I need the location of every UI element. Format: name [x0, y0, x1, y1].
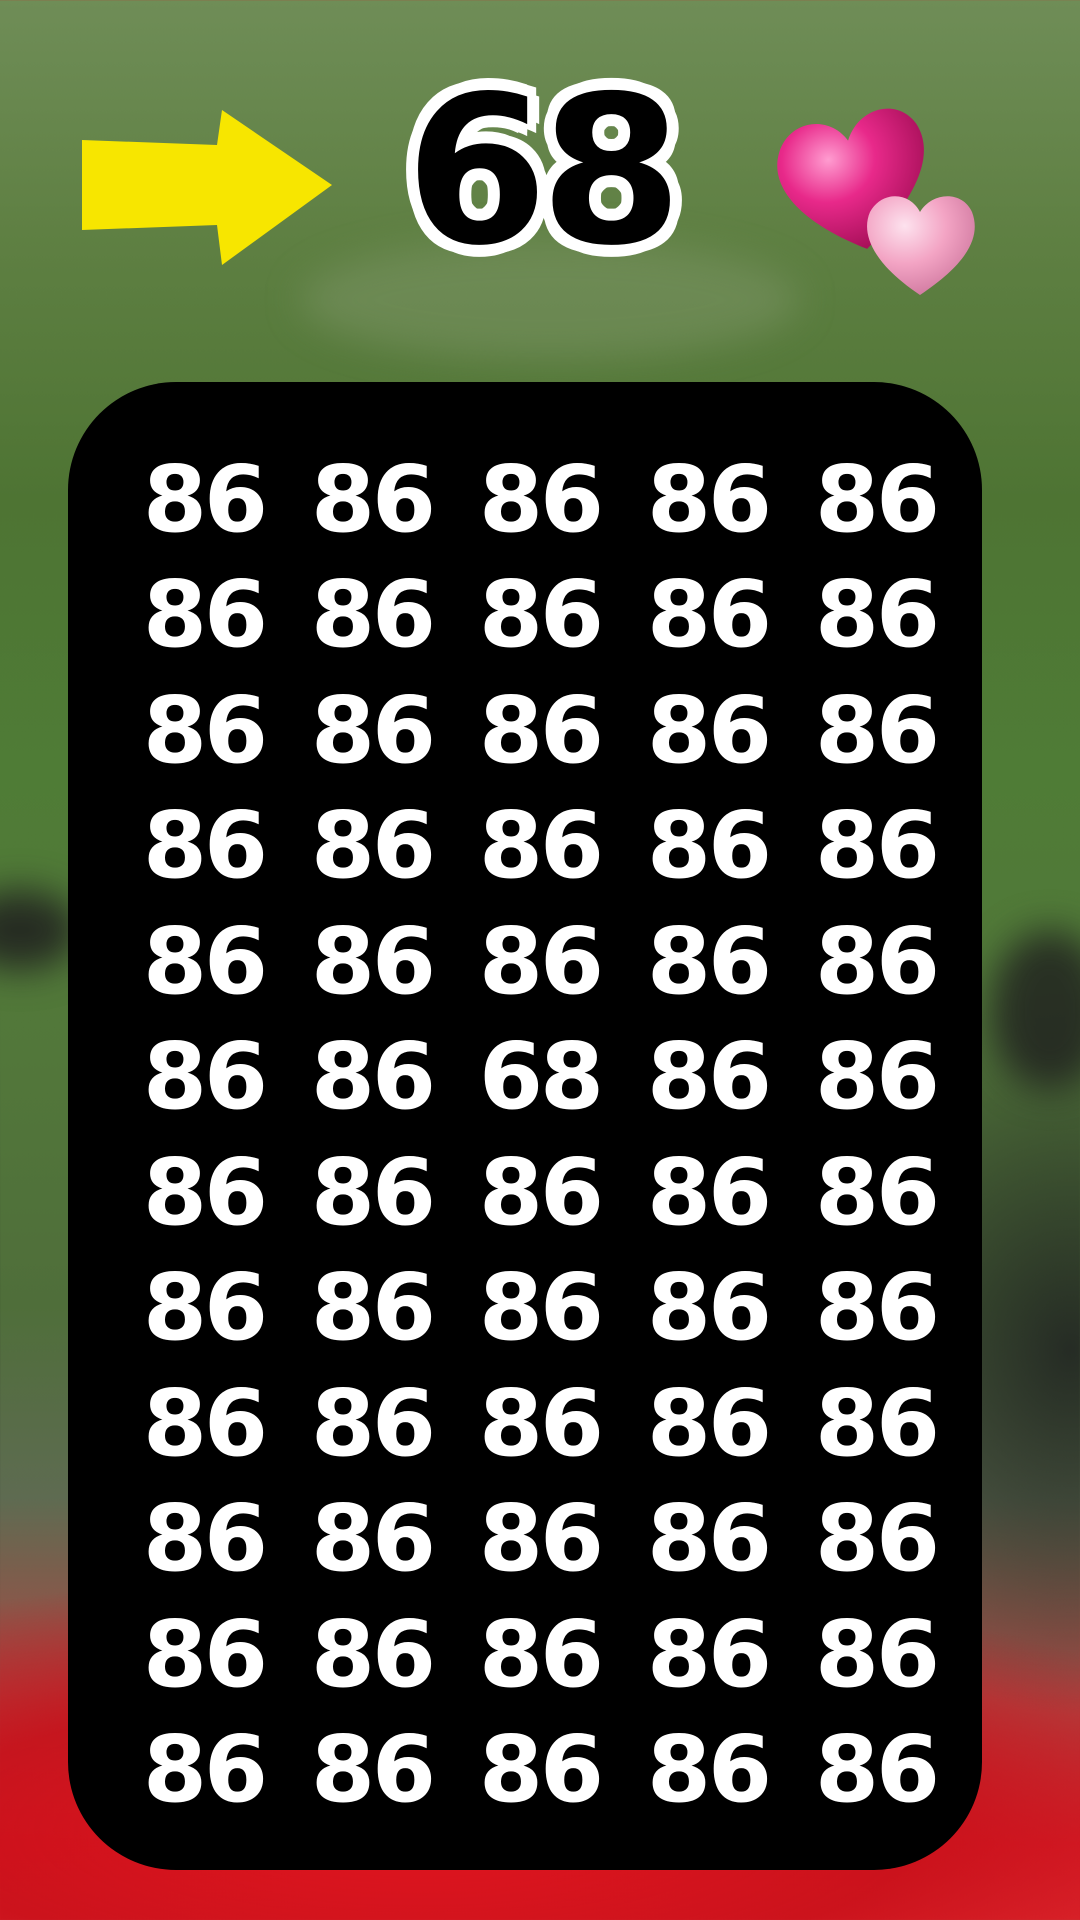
grid-cell[interactable]: 86 [792, 558, 960, 674]
grid-cell[interactable]: 86 [792, 442, 960, 558]
grid-cell[interactable]: 86 [456, 1135, 624, 1251]
grid-cell[interactable]: 86 [792, 1713, 960, 1829]
grid-cell[interactable]: 86 [288, 442, 456, 558]
grid-cell[interactable]: 86 [288, 1020, 456, 1136]
grid-cell[interactable]: 86 [456, 789, 624, 905]
target-header: 68 [0, 0, 1080, 320]
grid-cell[interactable]: 86 [288, 1135, 456, 1251]
grid-cell[interactable]: 68 [456, 1020, 624, 1136]
grid-cell[interactable]: 86 [624, 1597, 792, 1713]
grid-cell[interactable]: 86 [456, 904, 624, 1020]
grid-cell[interactable]: 86 [120, 1366, 288, 1482]
grid-cell[interactable]: 86 [120, 1135, 288, 1251]
grid-cell[interactable]: 86 [792, 789, 960, 905]
two-pink-hearts-icon [777, 108, 975, 295]
grid-cell[interactable]: 86 [456, 558, 624, 674]
grid-cell[interactable]: 86 [456, 1482, 624, 1598]
grid-cell[interactable]: 86 [792, 1251, 960, 1367]
grid-cell[interactable]: 86 [792, 1020, 960, 1136]
grid-cell[interactable]: 86 [792, 1482, 960, 1598]
grid-cell[interactable]: 86 [624, 1482, 792, 1598]
grid-cell[interactable]: 86 [456, 1597, 624, 1713]
grid-cell[interactable]: 86 [624, 789, 792, 905]
grid-cell[interactable]: 86 [120, 904, 288, 1020]
grid-cell[interactable]: 86 [624, 442, 792, 558]
grid-cell[interactable]: 86 [456, 1251, 624, 1367]
grid-cell[interactable]: 86 [288, 904, 456, 1020]
grid-cell[interactable]: 86 [792, 1135, 960, 1251]
grid-cell[interactable]: 86 [624, 1020, 792, 1136]
grid-cell[interactable]: 86 [120, 673, 288, 789]
grid-cell[interactable]: 86 [120, 442, 288, 558]
grid-cell[interactable]: 86 [792, 1366, 960, 1482]
grid-cell[interactable]: 86 [624, 1135, 792, 1251]
grid-cell[interactable]: 86 [792, 1597, 960, 1713]
grid-cell[interactable]: 86 [792, 673, 960, 789]
grid-cell[interactable]: 86 [288, 789, 456, 905]
grid-cell[interactable]: 86 [624, 904, 792, 1020]
grid-cell[interactable]: 86 [120, 1482, 288, 1598]
grid-cell[interactable]: 86 [456, 442, 624, 558]
grid-cell[interactable]: 86 [624, 1713, 792, 1829]
grid-cell[interactable]: 86 [288, 1713, 456, 1829]
grid-cell[interactable]: 86 [456, 1713, 624, 1829]
number-grid-panel: 86 86 86 86 86 86 86 86 86 86 86 86 86 86 86 86 86 86 86 86… [68, 382, 982, 1870]
background-blur-dark-right [990, 930, 1080, 1090]
grid-cell[interactable]: 86 [624, 1366, 792, 1482]
grid-cell[interactable]: 86 [792, 904, 960, 1020]
grid-cell[interactable]: 86 [624, 673, 792, 789]
grid-cell[interactable]: 86 [120, 1251, 288, 1367]
grid-cell[interactable]: 86 [120, 1713, 288, 1829]
grid-cell[interactable]: 86 [288, 1597, 456, 1713]
grid-cell[interactable]: 86 [288, 1482, 456, 1598]
grid-cell[interactable]: 86 [456, 673, 624, 789]
grid-cell[interactable]: 86 [456, 1366, 624, 1482]
target-number: 68 [405, 53, 682, 291]
grid-cell[interactable]: 86 [288, 1366, 456, 1482]
grid-cell[interactable]: 86 [288, 1251, 456, 1367]
grid-cell[interactable]: 86 [624, 558, 792, 674]
grid-cell[interactable]: 86 [288, 673, 456, 789]
grid-cell[interactable]: 86 [120, 1597, 288, 1713]
grid-cell[interactable]: 86 [624, 1251, 792, 1367]
grid-cell[interactable]: 86 [120, 1020, 288, 1136]
grid-cell[interactable]: 86 [288, 558, 456, 674]
grid-cell[interactable]: 86 [120, 789, 288, 905]
grid-cell[interactable]: 86 [120, 558, 288, 674]
number-grid: 86 86 86 86 86 86 86 86 86 86 86 86 86 86 86 86 86 86 86 86… [120, 442, 940, 1815]
yellow-arrow-right-icon [82, 110, 332, 265]
